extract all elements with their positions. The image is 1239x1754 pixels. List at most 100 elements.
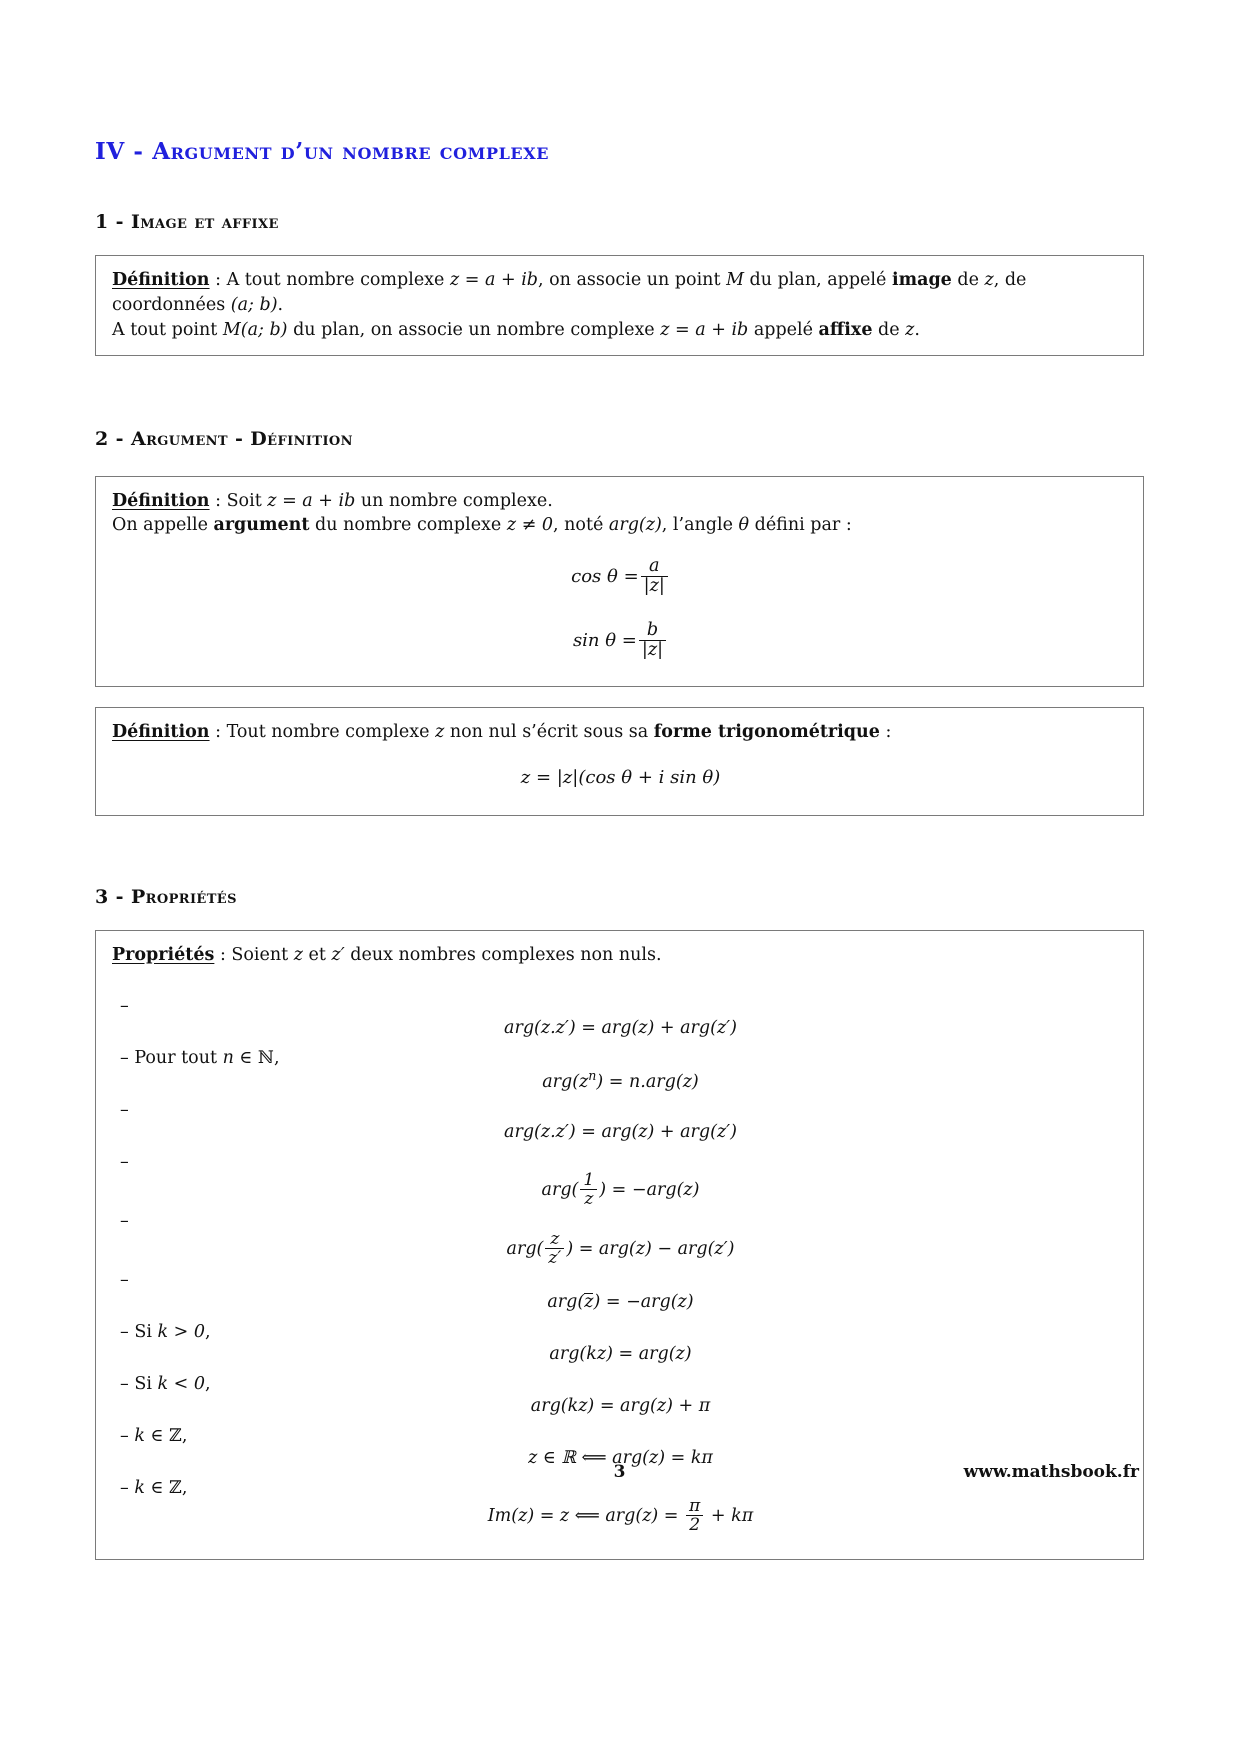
definition-3-text-b: non nul s’écrit sous sa [444, 722, 654, 743]
definition-2-l2-text-d: , l’angle [661, 515, 739, 536]
definition-2-theta-symbol: θ [738, 515, 750, 536]
definition-2-line-1: Définition : Soit z = a + ib un nombre c… [112, 489, 1129, 514]
definition-3-bold-trig-form: forme trigonométrique [653, 722, 880, 743]
subsection-1-separator: - [108, 211, 131, 233]
definition-2-line-2: On appelle argument du nombre complexe z… [112, 513, 1129, 538]
property-condition: Pour tout n ∈ ℕ, [134, 1047, 280, 1068]
formula-cosine-fraction: a |z| [640, 556, 668, 596]
definition-1-coordinates: (a; b) [230, 294, 278, 315]
definition-1-l2-text-a: A tout point [112, 319, 223, 340]
definition-1-l2-text-e: . [914, 319, 920, 340]
formula-trigonometric-form: z = |z|(cos θ + i sin θ) [520, 767, 721, 789]
property-formula: arg(kz) = arg(z) + π [530, 1395, 711, 1416]
definition-box-image-affixe: Définition : A tout nombre complexe z = … [95, 255, 1144, 356]
subsection-2-title: Argument - Définition [130, 427, 353, 450]
page-title: IV - Argument d’un nombre complexe [95, 0, 1144, 165]
definition-1-text-b: , on associe un point [538, 270, 727, 290]
definition-2-text-b: un nombre complexe. [355, 490, 553, 511]
definition-2-label: Définition [112, 490, 210, 511]
section-numeral: IV [95, 138, 125, 165]
properties-intro: Propriétés : Soient z et z′ deux nombres… [112, 943, 1129, 968]
definition-3-line-1: Définition : Tout nombre complexe z non … [112, 720, 1129, 745]
property-condition: k ∈ ℤ, [134, 1425, 188, 1446]
properties-intro-b: et [302, 944, 332, 965]
section-separator: - [124, 138, 153, 165]
definition-2-bold-argument: argument [213, 515, 310, 536]
property-item: – arg(z z′) = arg(z) − arg(z′) [112, 1209, 1129, 1268]
definition-1-l2-text-d: de [872, 319, 906, 340]
property-dash-glyph: – [120, 1151, 129, 1172]
definition-1-text-c: du plan, appelé [743, 270, 892, 290]
property-dash: – [120, 1150, 129, 1175]
definition-1-l2-z-expr: z = a + ib [660, 319, 749, 340]
subsection-2-separator: - [108, 427, 131, 450]
properties-label: Propriétés [112, 944, 215, 965]
properties-z-symbol: z [293, 944, 303, 965]
page-footer: 3 www.mathsbook.fr [0, 1462, 1239, 1486]
properties-zprime-symbol: z′ [331, 944, 345, 965]
definition-1-label: Définition [112, 270, 210, 290]
property-dash-glyph: – [120, 1047, 129, 1068]
property-item: – arg(1 z) = −arg(z) [112, 1150, 1129, 1209]
section-title-text: Argument d’un nombre complexe [152, 138, 550, 165]
definition-2-z-expr: z = a + ib [267, 490, 356, 511]
definition-1-line-1: Définition : A tout nombre complexe z = … [112, 268, 1129, 318]
document-page: IV - Argument d’un nombre complexe 1 - I… [0, 0, 1239, 1754]
definition-1-text-a: : A tout nombre complexe [209, 270, 450, 290]
definition-2-l2-text-a: On appelle [112, 515, 214, 536]
formula-cosine-denominator: |z| [640, 575, 668, 596]
subsection-3-separator: - [108, 885, 131, 908]
property-item: – Pour tout n ∈ ℕ, arg(zn) = n.arg(z) [112, 1046, 1129, 1098]
definition-2-text-a: : Soit [209, 490, 268, 511]
definition-2-l2-text-b: du nombre complexe [309, 515, 507, 536]
definition-2-z-nonzero: z ≠ 0 [506, 515, 554, 536]
properties-intro-c: deux nombres complexes non nuls. [344, 944, 662, 965]
subsection-heading-3: 3 - Propriétés [95, 816, 1144, 908]
property-dash: – [120, 1268, 129, 1293]
property-dash: – Si k < 0, [120, 1372, 211, 1397]
formula-cosine-numerator: a [649, 556, 660, 577]
definition-3-label: Définition [112, 722, 210, 743]
formula-cosine: cos θ = a |z| [112, 556, 1129, 596]
definition-1-point-m: M [726, 270, 744, 290]
property-dash: – Pour tout n ∈ ℕ, [120, 1046, 280, 1071]
definition-2-arg-notation: arg(z) [608, 515, 662, 536]
property-dash-glyph: – [120, 995, 129, 1016]
definition-3-z-symbol: z [435, 722, 445, 743]
subsection-heading-1: 1 - Image et affixe [95, 165, 1144, 233]
definition-1-bold-image: image [891, 270, 952, 290]
definition-1-text-d: de [951, 270, 985, 290]
definition-2-l2-text-c: , noté [553, 515, 609, 536]
property-item: – Si k > 0, arg(kz) = arg(z) [112, 1320, 1129, 1372]
definition-1-line-2: A tout point M(a; b) du plan, on associe… [112, 318, 1129, 343]
definition-1-z-symbol: z [984, 270, 994, 290]
formula-sine-numerator: b [646, 620, 659, 641]
definition-1-l2-text-b: du plan, on associe un nombre complexe [287, 319, 661, 340]
definition-box-argument: Définition : Soit z = a + ib un nombre c… [95, 475, 1144, 688]
property-formula: arg(z z′) = arg(z) − arg(z′) [506, 1228, 735, 1268]
definition-1-l2-z-symbol: z [905, 319, 915, 340]
subsection-heading-2: 2 - Argument - Définition [95, 356, 1144, 450]
properties-intro-a: : Soient [214, 944, 294, 965]
definition-2-l2-text-e: défini par : [749, 515, 852, 536]
definition-1-text-f: . [277, 294, 284, 315]
subsection-1-title: Image et affixe [130, 211, 279, 233]
subsection-2-numeral: 2 [95, 427, 109, 450]
property-dash: – [120, 1209, 129, 1234]
definition-1-l2-point: M(a; b) [222, 319, 288, 340]
subsection-3-numeral: 3 [95, 885, 109, 908]
definition-box-trigonometric-form: Définition : Tout nombre complexe z non … [95, 707, 1144, 816]
formula-cosine-lhs: cos θ = [571, 566, 639, 588]
formula-sine-lhs: sin θ = [572, 630, 637, 652]
definition-1-bold-affixe: affixe [818, 319, 873, 340]
property-dash: – k ∈ ℤ, [120, 1424, 187, 1449]
property-item: – arg(z.z′) = arg(z) + arg(z′) [112, 994, 1129, 1046]
formula-sine-fraction: b |z| [638, 620, 667, 659]
property-condition: Si k > 0, [134, 1321, 211, 1342]
property-dash: – [120, 1098, 129, 1123]
property-formula: arg(z.z′) = arg(z) + arg(z′) [504, 1017, 737, 1038]
property-formula: arg(1 z) = −arg(z) [541, 1169, 700, 1209]
definition-3-text-a: : Tout nombre complexe [209, 722, 436, 743]
definition-1-l2-text-c: appelé [748, 319, 819, 340]
property-item: – arg(z.z′) = arg(z) + arg(z′) [112, 1098, 1129, 1150]
